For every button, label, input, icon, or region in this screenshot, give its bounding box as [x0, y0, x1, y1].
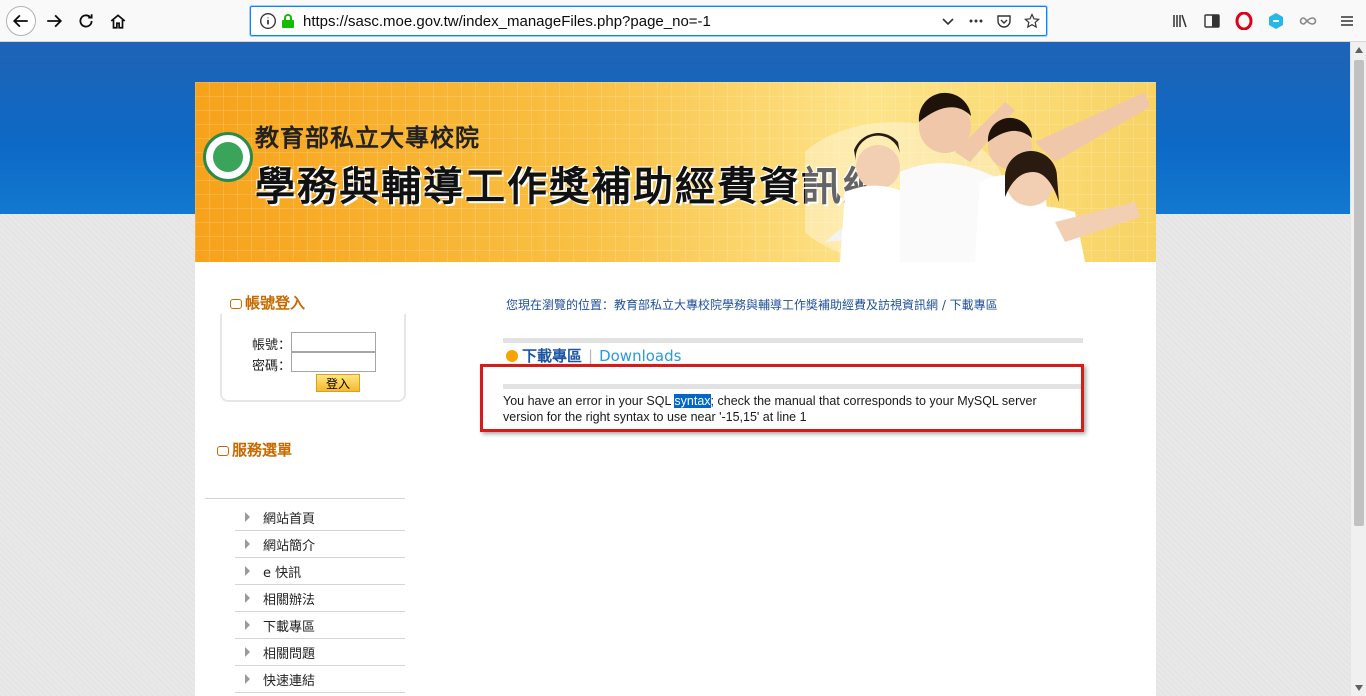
login-form: 帳號： 密碼： 登入 [220, 314, 406, 402]
vertical-scrollbar[interactable] [1350, 42, 1366, 696]
dropdown-button[interactable] [934, 13, 962, 29]
triangle-right-icon [245, 620, 250, 630]
web-page: 教育部私立大專校院 學務與輔導工作獎補助經費資訊網 帳號登入 帳號： 密碼： 登… [0, 42, 1350, 696]
menu-divider [205, 498, 405, 499]
menu-item-home[interactable]: 網站首頁 [235, 504, 405, 531]
triangle-right-icon [245, 593, 250, 603]
infinity-icon [1299, 17, 1317, 25]
banner-subtitle: 教育部私立大專校院 [255, 123, 480, 152]
breadcrumb: 您現在瀏覽的位置：教育部私立大專校院學務與輔導工作獎補助經費及訪視資訊網 / 下… [506, 298, 998, 312]
scroll-thumb[interactable] [1354, 60, 1364, 526]
pocket-icon [997, 15, 1011, 28]
login-section-title: 帳號登入 [230, 292, 305, 313]
page-actions-button[interactable] [962, 13, 990, 29]
section-title-en: Downloads [599, 346, 682, 365]
pocket-button[interactable] [990, 13, 1018, 29]
opera-icon [1235, 12, 1253, 30]
speech-bubble-icon [230, 298, 242, 309]
triangle-down-icon [1355, 685, 1363, 691]
menu-item-faq[interactable]: 相關問題 [235, 639, 405, 666]
home-icon [110, 14, 126, 29]
site-banner: 教育部私立大專校院 學務與輔導工作獎補助經費資訊網 [195, 82, 1156, 262]
arrow-left-icon [12, 14, 28, 28]
library-icon [1173, 14, 1187, 28]
star-icon [1024, 13, 1040, 29]
hamburger-icon [1341, 16, 1353, 26]
triangle-right-icon [245, 674, 250, 684]
speech-bubble-icon [217, 445, 229, 456]
scroll-up-button[interactable] [1351, 42, 1366, 58]
opera-extension-button[interactable] [1230, 7, 1258, 35]
section-title-zh: 下載專區 [522, 347, 583, 365]
address-bar[interactable]: https://sasc.moe.gov.tw/index_manageFile… [250, 6, 1047, 36]
menu-button[interactable] [1333, 7, 1361, 35]
extension-icon [1269, 13, 1283, 29]
sidebar-button[interactable] [1198, 7, 1226, 35]
menu-item-regulations[interactable]: 相關辦法 [235, 585, 405, 612]
triangle-right-icon [245, 539, 250, 549]
back-button[interactable] [6, 6, 36, 36]
sidebar-icon [1204, 14, 1220, 28]
url-text[interactable]: https://sasc.moe.gov.tw/index_manageFile… [303, 13, 711, 30]
menu-section-title: 服務選單 [217, 439, 292, 460]
error-highlight-box [480, 364, 1084, 432]
reload-button[interactable] [72, 7, 100, 35]
section-heading: 下載專區 | Downloads [506, 345, 681, 366]
banner-people-illustration [805, 92, 1150, 262]
forward-button[interactable] [40, 7, 68, 35]
reload-icon [79, 14, 93, 28]
chevron-down-icon [942, 18, 954, 26]
infinity-extension-button[interactable] [1294, 7, 1322, 35]
menu-item-links[interactable]: 快速連結 [235, 666, 405, 693]
banner-title: 學務與輔導工作獎補助經費資訊網 [255, 163, 885, 210]
lock-icon[interactable] [281, 13, 295, 29]
extension-button[interactable] [1262, 7, 1290, 35]
menu-item-downloads[interactable]: 下載專區 [235, 612, 405, 639]
account-input[interactable] [291, 332, 376, 352]
section-title-separator: | [588, 346, 594, 365]
password-input[interactable] [291, 352, 376, 372]
service-menu: 網站首頁 網站簡介 e 快訊 相關辦法 下載專區 相關問題 快速連結 [235, 504, 405, 693]
menu-item-about[interactable]: 網站簡介 [235, 531, 405, 558]
more-dots-icon [969, 19, 983, 23]
library-button[interactable] [1166, 7, 1194, 35]
triangle-right-icon [245, 647, 250, 657]
password-label: 密碼： [252, 359, 292, 374]
login-button[interactable]: 登入 [316, 374, 360, 392]
triangle-right-icon [245, 566, 250, 576]
home-button[interactable] [104, 7, 132, 35]
site-container: 教育部私立大專校院 學務與輔導工作獎補助經費資訊網 帳號登入 帳號： 密碼： 登… [195, 82, 1156, 696]
triangle-up-icon [1355, 47, 1363, 53]
download-circle-icon [506, 349, 518, 362]
menu-item-news[interactable]: e 快訊 [235, 558, 405, 585]
section-divider [503, 338, 1083, 343]
scroll-down-button[interactable] [1351, 680, 1366, 696]
ministry-seal-icon [203, 132, 253, 182]
info-icon[interactable] [259, 12, 277, 30]
bookmark-star-button[interactable] [1018, 13, 1046, 29]
account-label: 帳號： [252, 338, 292, 353]
browser-toolbar: https://sasc.moe.gov.tw/index_manageFile… [0, 0, 1366, 42]
arrow-right-icon [47, 14, 63, 28]
triangle-right-icon [245, 512, 250, 522]
